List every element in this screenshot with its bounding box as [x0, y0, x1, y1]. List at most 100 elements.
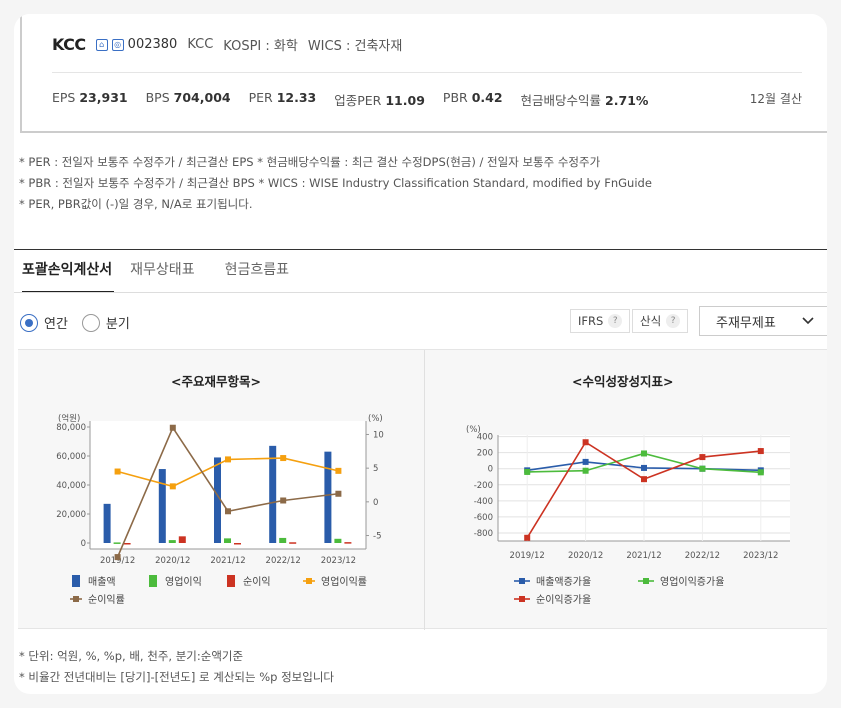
legend-label: 영업이익증가율: [660, 575, 724, 588]
charts-area: <주요재무항목> <수익성장성지표> 0 20,000 40,000 60,000 80…: [18, 349, 827, 630]
metric-eps: EPS 23,931: [52, 90, 128, 105]
data-point: [757, 469, 764, 476]
legend-swatch: [73, 596, 79, 602]
y-tick-label: -600: [474, 513, 493, 523]
data-point: [582, 467, 589, 474]
formula-label: 산식: [640, 314, 662, 328]
company-header-row: KCC ⌂ ◎ 002380 KCC KOSPI : 화학 WICS : 건축자…: [52, 35, 402, 54]
annual-label[interactable]: 연간: [44, 313, 68, 332]
ifrs-button[interactable]: IFRS ?: [570, 309, 631, 333]
bar: [234, 543, 241, 545]
y-tick-label: 0: [81, 539, 86, 549]
notes: * PER : 전일자 보통주 수정주가 / 최근결산 EPS * 현금배당수익…: [19, 152, 652, 215]
note-line: * 단위: 억원, %, %p, 배, 천주, 분기:순액기준: [19, 649, 244, 663]
data-point: [169, 424, 176, 431]
data-point: [280, 455, 287, 462]
data-point: [114, 468, 121, 475]
y2-unit-label: (%): [368, 414, 383, 424]
metric-bps: BPS 704,004: [145, 90, 231, 105]
divider: [52, 72, 802, 73]
x-tick-label: 2021/12: [210, 556, 245, 566]
market-label: KOSPI : 화학: [223, 39, 298, 54]
y-tick-label: -200: [474, 481, 493, 491]
metrics-row: EPS 23,931 BPS 704,004 PER 12.33 업종PER 1…: [52, 90, 648, 109]
data-point: [335, 467, 342, 474]
divider: [14, 292, 827, 293]
formula-button[interactable]: 산식 ?: [632, 309, 689, 333]
bar: [103, 503, 111, 543]
data-point: [641, 450, 647, 457]
legend-label: 순이익증가율: [536, 594, 591, 606]
y2-tick-label: 10: [373, 430, 384, 440]
quarter-radio[interactable]: [81, 313, 100, 332]
statement-select-value: 주재무제표: [716, 315, 776, 331]
x-tick-label: 2022/12: [266, 556, 301, 566]
data-point: [757, 448, 764, 455]
legend-swatch: [72, 575, 80, 587]
legend-label: 영업이익: [165, 575, 202, 588]
legend-label: 영업이익률: [321, 575, 367, 588]
y-unit-label: (억원): [58, 413, 80, 424]
divider: [14, 249, 827, 250]
y-tick-label: -400: [474, 497, 493, 507]
note-line: * PER, PBR값이 (-)일 경우, N/A로 표기됩니다.: [19, 197, 253, 211]
legend-swatch: [519, 578, 525, 584]
legend-swatch: [227, 575, 235, 587]
help-icon[interactable]: ?: [666, 314, 681, 328]
data-point: [641, 464, 647, 471]
company-name: KCC: [52, 35, 86, 54]
bar: [224, 538, 231, 543]
bar: [279, 537, 287, 543]
legend-swatch: [519, 596, 525, 602]
data-point: [524, 468, 531, 475]
quarter-label[interactable]: 분기: [106, 313, 130, 332]
data-point: [335, 490, 342, 497]
y-unit-label: (%): [466, 425, 481, 435]
ir-icon[interactable]: ◎: [111, 38, 124, 51]
bar: [334, 538, 342, 543]
bar: [178, 536, 186, 543]
data-point: [114, 554, 121, 561]
x-tick-label: 2020/12: [155, 556, 190, 566]
legend-swatch: [306, 578, 312, 584]
tab-cash-flow[interactable]: 현금흐름표: [225, 261, 305, 293]
bar: [344, 542, 352, 544]
chevron-down-icon: [802, 317, 814, 325]
bar: [168, 540, 176, 543]
legend-swatch: [643, 578, 649, 584]
data-point: [280, 497, 287, 504]
ifrs-label: IFRS: [578, 314, 604, 328]
page: KCC ⌂ ◎ 002380 KCC KOSPI : 화학 WICS : 건축자…: [14, 14, 827, 694]
legend-label: 매출액: [88, 576, 116, 588]
x-tick-label: 2021/12: [626, 551, 661, 561]
home-icon[interactable]: ⌂: [95, 38, 108, 51]
bar: [289, 542, 297, 544]
note-line: * PBR : 전일자 보통주 수정주가 / 최근결산 BPS * WICS :…: [19, 176, 652, 190]
data-point: [524, 534, 531, 541]
tab-income-statement[interactable]: 포괄손익계산서: [22, 261, 115, 293]
legend-label: 순이익률: [88, 594, 125, 606]
y-tick-label: 60,000: [56, 452, 86, 462]
x-tick-label: 2022/12: [685, 551, 720, 561]
data-point: [699, 454, 706, 461]
y-tick-label: 0: [488, 465, 493, 475]
metric-pbr: PBR 0.42: [442, 90, 503, 105]
company-code: 002380: [127, 37, 178, 52]
x-tick-label: 2023/12: [743, 551, 778, 561]
data-point: [641, 476, 647, 483]
data-point: [169, 483, 176, 490]
statement-select[interactable]: 주재무제표: [699, 306, 827, 336]
company-summary-box: KCC ⌂ ◎ 002380 KCC KOSPI : 화학 WICS : 건축자…: [20, 14, 827, 133]
company-ticker: KCC: [187, 37, 214, 52]
x-tick-label: 2020/12: [568, 551, 603, 561]
help-icon[interactable]: ?: [608, 314, 623, 328]
y-tick-label: 40,000: [56, 481, 86, 491]
data-point: [582, 458, 589, 465]
annual-radio[interactable]: [20, 313, 38, 332]
data-point: [225, 508, 231, 515]
metric-dividend-yield: 현금배당수익률 2.71%: [520, 93, 649, 108]
financial-items-chart: 0 20,000 40,000 60,000 80,000 -5 0 5 10 (억원) (%) 20…: [56, 413, 384, 606]
tab-balance-sheet[interactable]: 재무상태표: [130, 261, 210, 293]
bar: [123, 543, 131, 545]
note-line: * PER : 전일자 보통주 수정주가 / 최근결산 EPS * 현금배당수익…: [19, 155, 601, 169]
